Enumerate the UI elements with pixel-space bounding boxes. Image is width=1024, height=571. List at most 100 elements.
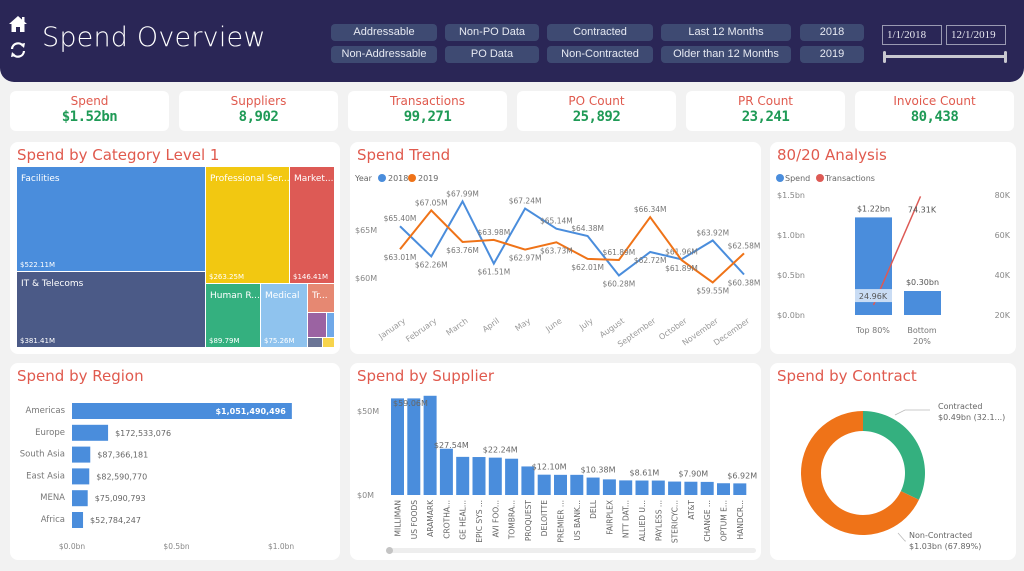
legend-label: Spend [785,174,810,183]
date-range-start-handle[interactable] [883,51,886,63]
refresh-icon[interactable] [9,41,27,59]
treemap-tile-label: Professional Ser... [210,174,290,184]
supplier-bar [651,480,665,495]
kpi-value: 80,438 [910,109,959,125]
supplier-data-label: $27.54M [434,441,469,450]
supplier-bar [619,480,633,495]
supplier-label: STERICYC... [671,500,680,543]
date-range-end-handle[interactable] [1004,51,1007,63]
horizontal-scrollbar-thumb[interactable] [386,547,393,554]
slicer-button[interactable]: 2019 [800,46,864,63]
kpi-value: 25,892 [572,109,621,125]
slicer-button[interactable]: Last 12 Months [661,24,791,41]
treemap-tile [308,338,322,347]
x-tick-label: March [445,316,470,337]
slicer-button[interactable]: Non-Contracted [547,46,653,63]
horizontal-scrollbar-track [386,548,756,553]
slicer-button[interactable]: Non-PO Data [445,24,539,41]
region-bar [72,468,90,485]
data-label: $60.38M [728,279,761,288]
region-label: Europe [35,428,65,438]
supplier-bar [668,481,682,495]
treemap-tile: Tr... [308,284,334,312]
supplier-label: FAIRPLEX [605,500,614,535]
spend-label: $1.22bn [857,204,890,213]
slice-value: $0.49bn (32.1...) [938,413,1005,422]
supplier-bar [700,481,714,495]
end-date-input[interactable]: 12/1/2019 [946,25,1006,45]
kpi-label: PO Count [568,94,625,108]
data-label: $61.89M [603,248,636,257]
x-tick-label: 20% [913,337,931,346]
data-label: $67.99M [446,189,479,198]
x-tick-label: $0.0bn [59,542,85,551]
kpi-card: Suppliers 8,902 [179,91,338,131]
kpi-label: Invoice Count [893,94,976,108]
supplier-label: NTT DAT... [622,500,631,538]
kpi-value: 23,241 [741,109,790,125]
pareto-chart: Spend Transactions $0.0bn $0.5bn $1.0bn $1.5b… [776,174,1011,346]
supplier-label: TOMBRA... [508,500,517,540]
treemap-tile-rect [206,167,289,283]
slicer-button[interactable]: Addressable [331,24,437,41]
supplier-data-label: $59.06M [393,399,428,408]
treemap-tile-value: $89.79M [209,337,240,345]
kpi-label: Spend [70,94,109,108]
transactions-label: 24.96K [859,292,888,301]
data-label: $61.89M [665,264,698,273]
slicer-button[interactable]: Older than 12 Months [661,46,791,63]
data-label: $67.05M [415,198,448,207]
treemap-tile: Market... $146.41M [290,167,334,283]
supplier-label: DELL [589,499,598,519]
data-label: $62.72M [634,256,667,265]
supplier-data-label: $22.24M [483,446,518,455]
kpi-label: Transactions [390,94,465,108]
pareto-card: 80/20 Analysis Spend Transactions $0.0bn $0… [770,142,1016,354]
treemap-tile-value: $146.41M [293,273,328,281]
treemap-tile-label: Market... [294,174,334,184]
category-treemap-card: Spend by Category Level 1 Facilities $522… [10,142,340,354]
kpi-value: 99,271 [403,109,452,125]
x-tick-label: May [514,316,533,333]
treemap-tile-rect [290,167,334,283]
region-label: South Asia [20,450,65,460]
supplier-data-label: $7.90M [678,470,708,479]
kpi-card: Spend $1.52bn [10,91,169,131]
supplier-bar [586,477,600,495]
region-value-label: $75,090,793 [95,494,146,503]
data-label: $65.14M [540,217,573,226]
treemap-tile-rect [323,338,334,347]
supplier-bar [505,458,519,495]
data-label: $67.24M [509,197,542,206]
supplier-bar [602,479,616,495]
kpi-card: PR Count 23,241 [686,91,845,131]
slice-name: Contracted [938,402,982,411]
region-label: MENA [40,493,65,503]
date-range-slider[interactable] [884,55,1006,58]
data-label: $65.40M [384,214,417,223]
data-label: $64.38M [571,224,604,233]
supplier-label: OPTUM E... [720,500,729,541]
treemap-tile-value: $381.41M [20,337,55,345]
slicer-button[interactable]: Contracted [547,24,653,41]
supplier-label: PREMIER ... [557,500,566,543]
start-date-input[interactable]: 1/1/2018 [882,25,942,45]
spend-trend-card: Spend Trend Year 2018 2019 $60M $65M $65.40M $… [350,142,761,354]
data-label: $60.28M [603,279,636,288]
slicer-button[interactable]: Non-Addressable [331,46,437,63]
supplier-card: Spend by Supplier $0M $50M MILLIMAN US FOOD… [350,363,761,560]
slicer-button[interactable]: 2018 [800,24,864,41]
treemap-tile-label: Human R... [210,291,260,301]
treemap-tile-value: $75.26M [264,337,295,345]
y-left-tick: $0.5bn [777,271,805,280]
data-label: $63.98M [477,228,510,237]
region-label: Africa [41,515,65,525]
y-tick-label: $0M [357,491,374,500]
region-bar [72,512,84,528]
slice-name: Non-Contracted [909,531,972,540]
data-label: $63.01M [384,253,417,262]
treemap-tile: IT & Telecoms $381.41M [17,272,205,347]
slicer-button[interactable]: PO Data [445,46,539,63]
home-icon[interactable] [8,14,28,34]
supplier-label: CHANGE ... [703,500,712,542]
